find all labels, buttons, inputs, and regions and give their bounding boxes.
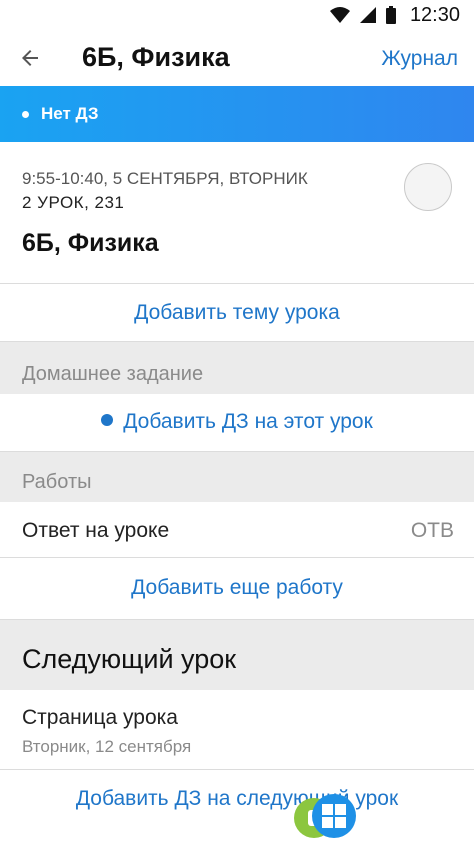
page-title: 6Б, Физика [82,42,230,72]
add-work-button[interactable]: Добавить еще работу [0,558,474,620]
work-item-label: Ответ на уроке [22,519,170,542]
work-item[interactable]: Ответ на уроке ОТВ [0,502,474,558]
battery-icon [385,6,396,24]
add-work-label: Добавить еще работу [131,576,343,599]
next-lesson-header: Следующий урок [0,620,474,690]
lesson-complete-checkbox[interactable] [404,163,452,211]
lesson-time: 9:55-10:40, 5 СЕНТЯБРЯ, ВТОРНИК [22,169,308,188]
work-item-abbr: ОТВ [410,519,454,542]
status-dot-icon [22,111,29,118]
lesson-page-title: Страница урока [22,706,178,729]
signal-icon [359,7,376,23]
journal-button[interactable]: Журнал [381,47,458,71]
status-icons: 12:30 [329,3,460,26]
add-topic-button[interactable]: Добавить тему урока [0,284,474,342]
add-homework-button[interactable]: Добавить ДЗ на этот урок [0,394,474,452]
android-windows-logo-icon [294,794,356,838]
next-lesson-title: Следующий урок [22,644,237,674]
homework-section-header: Домашнее задание [0,342,474,394]
lesson-number-room: 2 УРОК, 231 [22,193,125,212]
add-next-homework-button[interactable]: Добавить ДЗ на следующий урок [0,770,474,842]
add-homework-label: Добавить ДЗ на этот урок [123,410,373,433]
homework-status-text: Нет ДЗ [41,104,99,123]
works-section-header: Работы [0,452,474,502]
lesson-name: 6Б, Физика [22,229,159,257]
wifi-icon [329,7,350,23]
lesson-page-item[interactable]: Страница урока Вторник, 12 сентября [0,690,474,770]
bullet-dot-icon [101,414,114,426]
lesson-page-date: Вторник, 12 сентября [22,737,192,756]
lesson-card: 9:55-10:40, 5 СЕНТЯБРЯ, ВТОРНИК 2 УРОК, … [0,142,474,284]
app-bar: 6Б, Физика Журнал [0,30,474,86]
status-time: 12:30 [409,3,460,26]
status-bar: 12:30 [0,0,474,30]
homework-status-banner: Нет ДЗ [0,86,474,142]
add-topic-label: Добавить тему урока [134,301,340,324]
back-arrow-icon[interactable] [18,46,42,70]
